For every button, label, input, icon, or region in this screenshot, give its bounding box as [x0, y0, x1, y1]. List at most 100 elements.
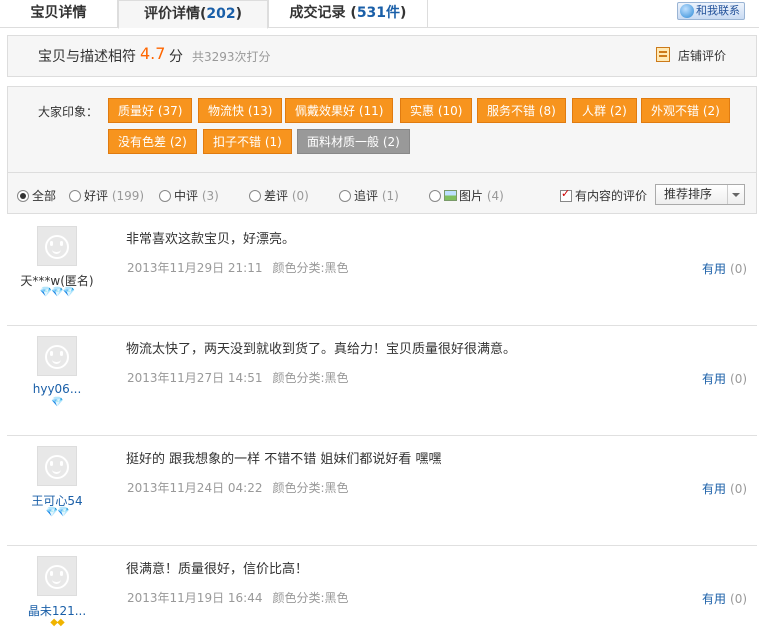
impression-tag[interactable]: 没有色差 (2)	[108, 129, 197, 154]
sort-select[interactable]: 推荐排序	[655, 184, 745, 205]
tab-count: 531件	[356, 5, 401, 21]
useful-label: 有用	[702, 372, 727, 386]
avatar[interactable]	[37, 226, 77, 266]
tab-transactions[interactable]: 成交记录 (531件)	[268, 0, 428, 28]
review-content: 物流太快了，两天没到就收到货了。真给力！宝贝质量很好很满意。	[126, 342, 517, 357]
review-item: 王可心54 💎💎 挺好的 跟我想象的一样 不错不错 姐妹们都说好看 嘿嘿 201…	[7, 436, 757, 546]
review-date: 2013年11月27日 14:51	[127, 371, 263, 385]
review-sku: 颜色分类:黑色	[272, 591, 349, 605]
filter-label: 中评	[174, 189, 199, 203]
reviewer-badge: 💎💎💎	[39, 287, 75, 298]
filter-count: (199)	[111, 189, 145, 203]
tab-reviews[interactable]: 评价详情(202)	[118, 0, 268, 29]
contact-label: 和我联系	[696, 4, 740, 17]
review-meta: 2013年11月29日 21:11 颜色分类:黑色	[127, 259, 349, 276]
impression-tag[interactable]: 质量好 (37)	[108, 98, 193, 123]
face-icon	[45, 235, 69, 259]
filter-count: (4)	[486, 189, 504, 203]
rating-unit: 分	[169, 49, 183, 65]
impression-tag[interactable]: 人群 (2)	[572, 98, 637, 123]
tab-label: 宝贝详情	[30, 5, 87, 21]
reviewer-name[interactable]: hyy06...	[7, 382, 107, 396]
impressions-label: 大家印象：	[38, 105, 99, 119]
rating-label: 宝贝与描述相符	[38, 49, 136, 65]
impression-tag-negative[interactable]: 面料材质一般 (2)	[297, 129, 410, 154]
radio	[69, 190, 81, 202]
filter-count: (1)	[381, 189, 399, 203]
chat-icon	[680, 4, 694, 18]
review-item: hyy06... 💎 物流太快了，两天没到就收到货了。真给力！宝贝质量很好很满意…	[7, 326, 757, 436]
tab-label: 评价详情	[143, 6, 200, 22]
radio	[339, 190, 351, 202]
filter-count: (3)	[201, 189, 219, 203]
with-content-checkbox[interactable]: 有内容的评价	[560, 187, 647, 204]
review-meta: 2013年11月19日 16:44 颜色分类:黑色	[127, 589, 349, 606]
impression-tag[interactable]: 佩戴效果好 (11)	[285, 98, 394, 123]
impression-tag[interactable]: 服务不错 (8)	[477, 98, 566, 123]
useful-count: (0)	[730, 482, 748, 496]
useful-button[interactable]: 有用 (0)	[702, 260, 747, 277]
tab-item-details[interactable]: 宝贝详情	[0, 0, 118, 28]
tab-count: 202	[206, 6, 236, 22]
review-sku: 颜色分类:黑色	[272, 481, 349, 495]
face-icon	[45, 455, 69, 479]
review-content: 很满意！质量很好，信价比高！	[126, 562, 309, 577]
reviewer-badge: ◆◆	[50, 617, 64, 628]
useful-button[interactable]: 有用 (0)	[702, 480, 747, 497]
filter-label: 追评	[354, 189, 379, 203]
review-content: 挺好的 跟我想象的一样 不错不错 姐妹们都说好看 嘿嘿	[126, 452, 442, 467]
filter-count: (0)	[291, 189, 309, 203]
useful-button[interactable]: 有用 (0)	[702, 370, 747, 387]
review-content: 非常喜欢这款宝贝，好漂亮。	[126, 232, 296, 247]
filter-label: 图片	[459, 189, 484, 203]
useful-count: (0)	[730, 372, 748, 386]
review-date: 2013年11月29日 21:11	[127, 261, 263, 275]
checkbox-checked	[560, 187, 572, 202]
review-date: 2013年11月19日 16:44	[127, 591, 263, 605]
review-item: 天***w(匿名) 💎💎💎 非常喜欢这款宝贝，好漂亮。 2013年11月29日 …	[7, 216, 757, 326]
filter-label: 差评	[264, 189, 289, 203]
radio	[429, 190, 441, 202]
useful-count: (0)	[730, 262, 748, 276]
filter-all[interactable]: 全部	[17, 187, 56, 204]
avatar[interactable]	[37, 556, 77, 596]
impression-tag[interactable]: 实惠 (10)	[400, 98, 473, 123]
sort-value: 推荐排序	[664, 187, 713, 201]
useful-label: 有用	[702, 482, 727, 496]
filter-label: 好评	[84, 189, 109, 203]
filter-label: 全部	[32, 189, 57, 203]
avatar[interactable]	[37, 336, 77, 376]
review-date: 2013年11月24日 04:22	[127, 481, 263, 495]
review-meta: 2013年11月27日 14:51 颜色分类:黑色	[127, 369, 349, 386]
impression-tag[interactable]: 物流快 (13)	[198, 98, 283, 123]
reviewer-badge: 💎💎	[45, 507, 70, 518]
filter-neutral[interactable]: 中评 (3)	[159, 187, 219, 204]
review-item: 晶未121... ◆◆ 很满意！质量很好，信价比高！ 2013年11月19日 1…	[7, 546, 757, 642]
face-icon	[45, 345, 69, 369]
avatar[interactable]	[37, 446, 77, 486]
shop-review-link[interactable]: 店铺评价	[678, 47, 726, 64]
review-sku: 颜色分类:黑色	[272, 261, 349, 275]
useful-label: 有用	[702, 592, 727, 606]
tab-bar: 宝贝详情 评价详情(202) 成交记录 (531件) 和我联系	[0, 0, 759, 29]
rating-summary: 宝贝与描述相符 4.7 分 共3293次打分 店铺评价	[7, 35, 757, 77]
useful-count: (0)	[730, 592, 748, 606]
useful-button[interactable]: 有用 (0)	[702, 590, 747, 607]
filter-images[interactable]: 图片 (4)	[429, 187, 504, 204]
filter-positive[interactable]: 好评 (199)	[69, 187, 144, 204]
review-filter-bar: 全部 好评 (199) 中评 (3) 差评 (0) 追评 (1) 图片 (4) …	[7, 172, 757, 214]
review-sku: 颜色分类:黑色	[272, 371, 349, 385]
image-icon	[444, 190, 457, 201]
filter-negative[interactable]: 差评 (0)	[249, 187, 309, 204]
face-icon	[45, 565, 69, 589]
rating-count: 共3293次打分	[192, 50, 271, 64]
filter-followup[interactable]: 追评 (1)	[339, 187, 399, 204]
chevron-down-icon	[727, 185, 744, 204]
contact-button[interactable]: 和我联系	[677, 2, 745, 20]
radio	[159, 190, 171, 202]
useful-label: 有用	[702, 262, 727, 276]
impression-tag[interactable]: 外观不错 (2)	[641, 98, 730, 123]
review-meta: 2013年11月24日 04:22 颜色分类:黑色	[127, 479, 349, 496]
radio-selected	[17, 190, 29, 202]
impression-tag[interactable]: 扣子不错 (1)	[203, 129, 292, 154]
